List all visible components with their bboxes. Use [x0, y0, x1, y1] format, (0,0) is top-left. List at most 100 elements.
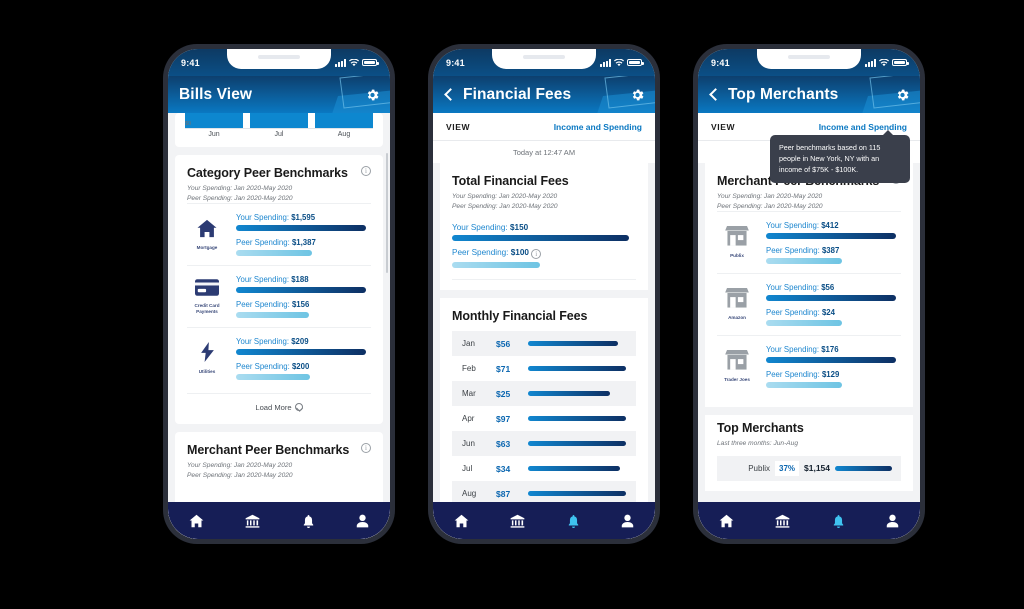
nav-person-icon[interactable] — [886, 514, 899, 528]
subtitle-peer: Peer Spending: Jan 2020-May 2020 — [187, 194, 293, 202]
nav-home-icon[interactable] — [719, 514, 734, 528]
phone-mockup-top-merchants: 9:41 Top Merchants VIEW Income and Spend… — [693, 44, 925, 544]
bar-group: Your Spending: $412 Peer Spending: $387 — [766, 221, 901, 265]
peer-spending-label: Peer Spending: $129 — [766, 370, 901, 379]
table-row: Apr $97 — [452, 406, 636, 431]
label-text: Your Spending: — [236, 275, 290, 285]
peer-spending-value: $200 — [291, 362, 310, 372]
lightning-bolt-icon — [200, 342, 214, 363]
nav-person-icon[interactable] — [621, 514, 634, 528]
your-spending-bar — [766, 295, 896, 302]
nav-home-icon[interactable] — [454, 514, 469, 528]
table-row: Jun $63 — [452, 431, 636, 457]
view-link-income-and-spending[interactable]: Income and Spending — [554, 122, 642, 132]
back-button[interactable] — [709, 88, 722, 101]
app-header: Financial Fees — [433, 76, 655, 113]
amount-bar — [528, 366, 626, 372]
peer-spending-bar — [766, 320, 842, 327]
amount-value: $71 — [496, 363, 511, 374]
scrollbar[interactable] — [386, 153, 388, 273]
nav-bell-icon[interactable] — [832, 514, 845, 528]
subtitle-you: Your Spending: Jan 2020-May 2020 — [187, 185, 293, 192]
home-icon — [197, 219, 217, 237]
status-time: 9:41 — [711, 57, 730, 68]
load-more-button[interactable]: Load More — [187, 393, 371, 414]
merchant-peer-benchmarks-card: Merchant Peer Benchmarks Your Spending: … — [705, 163, 913, 408]
tooltip-text: Peer benchmarks based on 115 people in N… — [779, 143, 881, 174]
speaker-grille — [523, 55, 565, 59]
gear-icon[interactable] — [630, 87, 645, 102]
month-label: Jun — [462, 439, 475, 449]
benchmark-row: Amazon Your Spending: $56 Peer Spending:… — [717, 273, 901, 335]
label-text: Your Spending: — [236, 213, 290, 223]
label-text: Your Spending: — [766, 283, 820, 293]
signal-icon — [600, 58, 611, 67]
nav-bank-icon[interactable] — [775, 514, 790, 528]
info-icon[interactable]: i — [361, 166, 371, 176]
total-financial-fees-card: Total Financial Fees Your Spending: Jan … — [440, 163, 648, 291]
battery-icon — [892, 58, 909, 67]
bottom-navigation — [433, 502, 655, 539]
page-title: Bills View — [179, 85, 253, 103]
label-text: Peer Spending: — [236, 238, 290, 248]
nav-bell-icon[interactable] — [302, 514, 315, 528]
amount-bar — [528, 391, 610, 397]
your-spending-label: Your Spending: $412 — [766, 221, 901, 230]
category-peer-benchmarks-card: Category Peer Benchmarks Your Spending: … — [175, 155, 383, 425]
speaker-grille — [788, 55, 830, 59]
table-row: Jan $56 — [452, 331, 636, 357]
chart-x-labels: Jun Jul Aug — [185, 131, 373, 138]
table-row: Jul $34 — [452, 456, 636, 481]
benchmark-row: Publix Your Spending: $412 Peer Spending… — [717, 211, 901, 273]
nav-bank-icon[interactable] — [510, 514, 525, 528]
signal-icon — [865, 58, 876, 67]
chart-bars — [185, 113, 373, 128]
battery-icon — [627, 58, 644, 67]
label-text: Peer Spending: — [766, 370, 820, 380]
info-icon[interactable]: i — [361, 443, 371, 454]
nav-person-icon[interactable] — [356, 514, 369, 528]
wifi-icon — [349, 58, 359, 66]
merchant-label: Amazon — [728, 315, 746, 321]
amount-value: $25 — [496, 388, 511, 399]
label-text: Peer Spending: — [236, 300, 290, 310]
merchant-icon-group: Trader Joes — [717, 350, 757, 383]
your-spending-label: Your Spending: $176 — [766, 345, 901, 354]
chart-y-zero-label: $0 — [185, 121, 192, 127]
screen-content: $0 Jun Jul Aug Category Peer Benchmarks … — [168, 113, 390, 539]
category-icon-group: Mortgage — [187, 219, 227, 251]
merchant-bar — [835, 465, 892, 471]
screen-content: VIEW Income and Spending Today at 12:47 … — [433, 113, 655, 539]
amount-value: $63 — [496, 438, 511, 449]
page-title: Top Merchants — [728, 85, 839, 103]
notch — [492, 49, 596, 69]
bottom-navigation — [698, 502, 920, 539]
your-spending-bar — [236, 349, 366, 356]
gear-icon[interactable] — [365, 87, 380, 102]
nav-bell-icon[interactable] — [567, 514, 580, 528]
your-spending-label: Your Spending: $1,595 — [236, 213, 371, 222]
your-spending-bar — [236, 287, 366, 294]
status-bar: 9:41 — [698, 49, 920, 76]
phone-screen: 9:41 Bills View $0 Jun Jul Aug Category … — [168, 49, 390, 539]
card-title: Total Financial Fees — [452, 174, 569, 188]
peer-spending-label: Peer Spending: $24 — [766, 308, 901, 317]
category-icon-group: Credit Card Payments — [187, 279, 227, 314]
info-icon[interactable]: i — [531, 249, 542, 260]
signal-icon — [335, 58, 346, 67]
peer-spending-value: $100 — [510, 248, 529, 258]
category-icon-group: Utilities — [187, 342, 227, 375]
merchant-percent: 37% — [775, 460, 800, 476]
peer-spending-bar — [236, 312, 309, 319]
nav-home-icon[interactable] — [189, 514, 204, 528]
subtitle-you: Your Spending: Jan 2020-May 2020 — [452, 193, 558, 200]
gear-icon[interactable] — [895, 87, 910, 102]
back-button[interactable] — [444, 88, 457, 101]
peer-spending-label: Peer Spending: $1,387 — [236, 238, 371, 247]
status-bar: 9:41 — [433, 49, 655, 76]
nav-bank-icon[interactable] — [245, 514, 260, 528]
card-title: Monthly Financial Fees — [452, 309, 588, 324]
peer-spending-label: Peer Spending: $100 i — [452, 248, 636, 260]
month-label: Jul — [462, 464, 473, 474]
card-header: Category Peer Benchmarks Your Spending: … — [187, 166, 371, 203]
